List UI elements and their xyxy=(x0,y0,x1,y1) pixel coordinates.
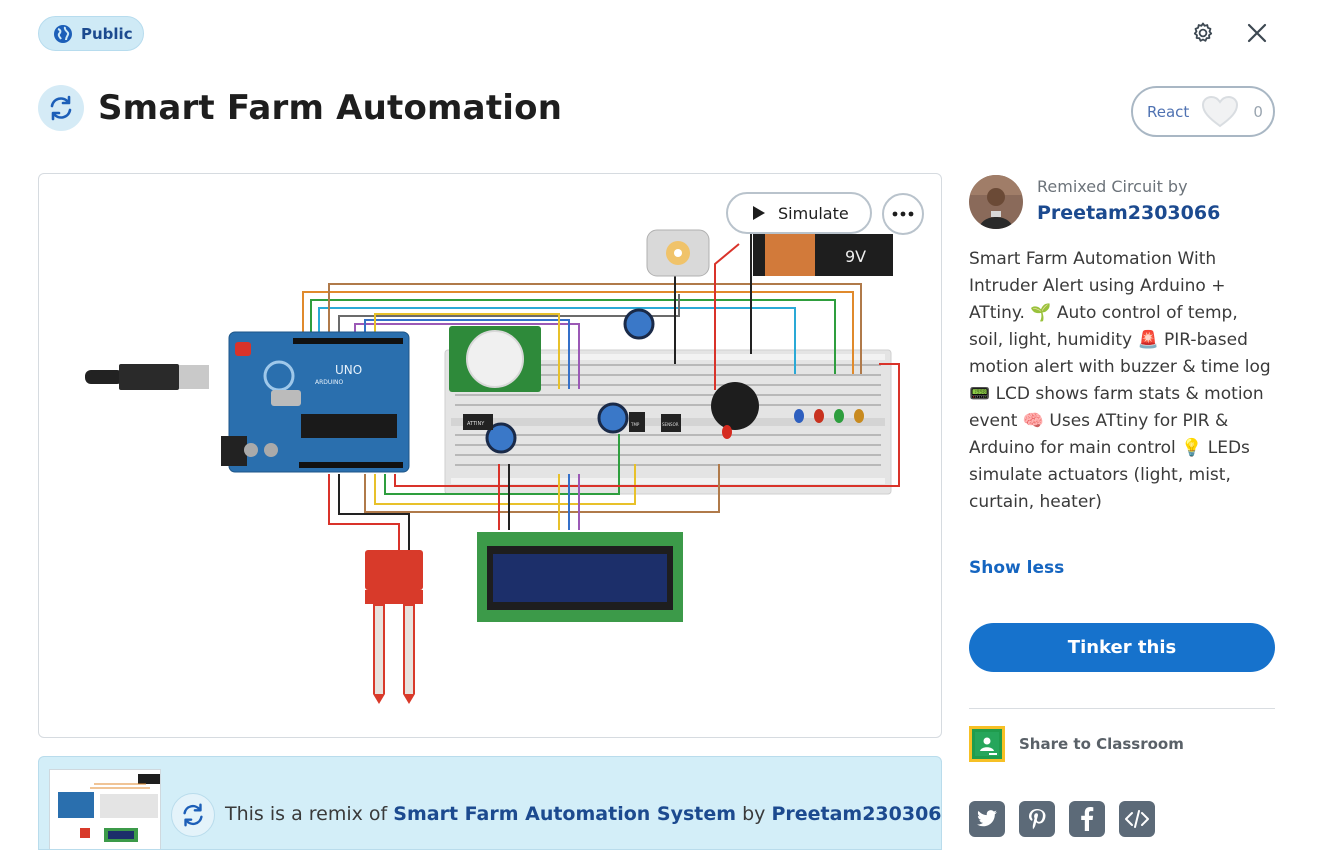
tinker-button[interactable]: Tinker this xyxy=(969,623,1275,672)
project-description: Smart Farm Automation With Intruder Aler… xyxy=(969,249,1271,512)
author-block: Remixed Circuit by Preetam2303066 xyxy=(969,175,1220,229)
circuit-viewer[interactable]: UNO ARDUINO 9V ATTINY TMP SENSOR Simulat… xyxy=(38,173,942,738)
show-less-link[interactable]: Show less xyxy=(969,558,1064,578)
remix-banner-icon xyxy=(171,793,215,837)
remix-icon xyxy=(183,803,203,827)
simulate-button[interactable]: Simulate xyxy=(726,192,872,234)
author-kicker: Remixed Circuit by xyxy=(1037,177,1188,196)
settings-button[interactable] xyxy=(1189,19,1217,47)
remix-prefix: This is a remix of xyxy=(225,803,394,825)
soil-moisture-sensor xyxy=(365,550,423,704)
visibility-label: Public xyxy=(81,24,133,43)
classroom-label: Share to Classroom xyxy=(1019,735,1184,753)
author-name-link[interactable]: Preetam2303066 xyxy=(1037,202,1220,224)
share-to-classroom-button[interactable]: Share to Classroom xyxy=(969,726,1184,762)
visibility-badge[interactable]: Public xyxy=(38,16,144,51)
pir-sensor xyxy=(449,326,541,392)
embed-share-button[interactable] xyxy=(1119,801,1155,837)
usb-cable xyxy=(85,364,209,390)
twitter-share-button[interactable] xyxy=(969,801,1005,837)
simulate-label: Simulate xyxy=(778,203,849,223)
tmp-label: TMP xyxy=(630,422,640,427)
remix-author-link[interactable]: Preetam2303066 xyxy=(771,803,941,825)
circuit-diagram: UNO ARDUINO 9V ATTINY TMP SENSOR xyxy=(85,229,900,704)
avatar[interactable] xyxy=(969,175,1023,229)
close-button[interactable] xyxy=(1243,19,1271,47)
play-icon xyxy=(753,206,765,220)
close-icon xyxy=(1247,23,1267,43)
lcd-display xyxy=(477,532,683,622)
divider xyxy=(969,708,1275,709)
facebook-icon xyxy=(1081,807,1094,831)
twitter-icon xyxy=(977,810,997,827)
more-horizontal-icon xyxy=(892,211,914,217)
facebook-share-button[interactable] xyxy=(1069,801,1105,837)
arduino-label: ARDUINO xyxy=(315,379,344,386)
remix-source-link[interactable]: Smart Farm Automation System xyxy=(393,803,736,825)
gear-icon xyxy=(1193,22,1213,42)
arduino-uno: UNO ARDUINO xyxy=(221,331,410,473)
pinterest-share-button[interactable] xyxy=(1019,801,1055,837)
piezo-buzzer xyxy=(711,382,759,430)
dc-motor xyxy=(646,229,710,277)
page-title: Smart Farm Automation xyxy=(98,88,563,128)
remix-by: by xyxy=(736,803,772,825)
avatar-image xyxy=(969,175,1023,229)
sensor-label: SENSOR xyxy=(662,422,679,427)
remix-badge xyxy=(38,85,84,131)
google-classroom-icon xyxy=(969,726,1005,762)
react-button[interactable]: React 0 xyxy=(1131,86,1275,137)
battery-9v: 9V xyxy=(753,234,893,276)
react-label: React xyxy=(1147,102,1190,121)
remix-banner: This is a remix of Smart Farm Automation… xyxy=(38,756,942,850)
uno-label: UNO xyxy=(335,363,362,377)
thumbnail-image xyxy=(58,774,160,842)
remix-icon xyxy=(50,95,72,121)
react-count: 0 xyxy=(1253,102,1263,121)
remix-source-thumbnail[interactable] xyxy=(49,769,161,849)
share-row xyxy=(969,801,1155,837)
globe-icon xyxy=(54,24,72,43)
more-options-button[interactable] xyxy=(882,193,924,235)
battery-label: 9V xyxy=(845,247,866,266)
attiny-label: ATTINY xyxy=(467,421,485,427)
heart-icon xyxy=(1202,95,1239,127)
remix-text: This is a remix of Smart Farm Automation… xyxy=(225,803,941,825)
title-row: Smart Farm Automation xyxy=(38,85,562,131)
embed-code-icon xyxy=(1125,810,1149,828)
pinterest-icon xyxy=(1029,809,1046,830)
